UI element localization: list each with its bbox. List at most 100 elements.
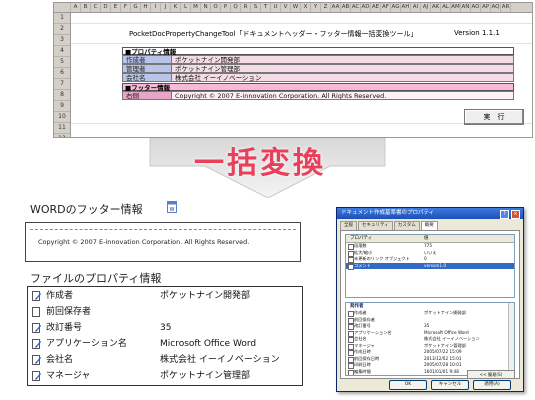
column-header[interactable]: AP — [481, 3, 491, 12]
column-header[interactable]: AQ — [491, 3, 501, 12]
column-header[interactable]: N — [201, 3, 211, 12]
tab-custom[interactable]: カスタム — [393, 221, 420, 230]
column-header[interactable]: J — [161, 3, 171, 12]
row-header[interactable]: 4 — [54, 46, 70, 57]
column-header[interactable]: AJ — [421, 3, 431, 12]
row-header[interactable]: 5 — [54, 57, 70, 68]
column-header-value[interactable]: 値 — [424, 235, 429, 242]
column-header[interactable]: AO — [471, 3, 481, 12]
footer-divider — [30, 229, 296, 230]
column-header[interactable]: AI — [411, 3, 421, 12]
column-header[interactable]: AF — [381, 3, 391, 12]
column-header[interactable]: AE — [371, 3, 381, 12]
footer-value-cell[interactable]: Copyright © 2007 E-innovation Corporatio… — [172, 91, 514, 100]
column-header[interactable]: V — [281, 3, 291, 12]
svg-text:W: W — [170, 207, 175, 213]
column-header[interactable]: AH — [401, 3, 411, 12]
column-header[interactable]: T — [261, 3, 271, 12]
column-header[interactable]: AD — [361, 3, 371, 12]
column-header[interactable]: Z — [321, 3, 331, 12]
tab-summary[interactable]: 概要 — [420, 221, 438, 230]
property-value-cell[interactable]: ポケットナイン開発部 — [172, 55, 514, 64]
column-header[interactable]: AC — [351, 3, 361, 12]
column-header[interactable]: D — [101, 3, 111, 12]
column-header-property[interactable]: プロパティ — [350, 235, 372, 242]
document-icon — [32, 307, 40, 317]
column-header[interactable]: C — [91, 3, 101, 12]
scrollbar[interactable] — [508, 303, 514, 375]
property-name: アプリケーション名 — [46, 339, 127, 349]
summary-list-top[interactable]: プロパティ 値 段落数 775 拡大/縮小 いいえ 未更新のリンク オブジェクト 0 … — [345, 234, 515, 298]
list-item: 改訂番号 35 — [28, 320, 302, 336]
edit-document-icon — [32, 291, 41, 301]
row-header[interactable]: 9 — [54, 101, 70, 112]
column-header[interactable]: Y — [311, 3, 321, 12]
property-name: 会社名 — [46, 355, 74, 365]
simple-view-button[interactable]: << 簡易(S) — [467, 370, 515, 379]
corner-cell[interactable] — [54, 3, 71, 12]
property-name: 作成者 — [46, 291, 74, 301]
property-name: マネージャ — [46, 371, 91, 381]
dialog-tabs: 全般 セキュリティ カスタム 概要 — [340, 221, 439, 230]
property-row-manager[interactable]: 管理者 ポケットナイン管理部 — [122, 64, 514, 73]
column-header[interactable]: AM — [451, 3, 461, 12]
column-header[interactable]: A — [71, 3, 81, 12]
ok-button[interactable]: OK — [389, 380, 427, 390]
column-header[interactable]: P — [221, 3, 231, 12]
spreadsheet[interactable]: A B C D E F G H I J K L M N O P Q R S T U V W X Y Z AA AB AC AD AE AF AG… — [53, 2, 533, 138]
row-header[interactable]: 1 — [54, 13, 70, 24]
property-value-cell[interactable]: 株式会社 イーイノベーション — [172, 73, 514, 82]
row-header[interactable]: 3 — [54, 35, 70, 46]
column-header[interactable]: U — [271, 3, 281, 12]
footer-row-right[interactable]: 右側 Copyright © 2007 E-innovation Corpora… — [122, 91, 514, 100]
row-header[interactable]: 2 — [54, 24, 70, 35]
property-value-cell[interactable]: ポケットナイン管理部 — [172, 64, 514, 73]
property-row-company[interactable]: 会社名 株式会社 イーイノベーション — [122, 73, 514, 82]
column-header[interactable]: AG — [391, 3, 401, 12]
property-value: 1601/01/01 9:48 — [424, 368, 459, 374]
row-header[interactable]: 6 — [54, 68, 70, 79]
property-row-author[interactable]: 作成者 ポケットナイン開発部 — [122, 55, 514, 64]
row-header[interactable]: 11 — [54, 123, 70, 134]
column-header[interactable]: AN — [461, 3, 471, 12]
gridline — [71, 23, 532, 24]
list-item-selected[interactable]: コメント version1.0 — [346, 262, 514, 270]
word-footer-text: Copyright © 2007 E-innovation Corporatio… — [38, 238, 250, 246]
column-header[interactable]: M — [191, 3, 201, 12]
column-header[interactable]: E — [111, 3, 121, 12]
dialog-titlebar[interactable]: ドキュメント作成基準書のプロパティ ? × — [337, 208, 523, 219]
column-headers: A B C D E F G H I J K L M N O P Q R S T U V W X Y Z AA AB AC AD AE AF AG… — [54, 3, 532, 13]
tab-security[interactable]: セキュリティ — [358, 221, 393, 230]
column-header[interactable]: AA — [331, 3, 341, 12]
column-header[interactable]: O — [211, 3, 221, 12]
column-header[interactable]: F — [121, 3, 131, 12]
column-header[interactable]: S — [251, 3, 261, 12]
summary-list-origin[interactable]: 発作者 作成者 ポケットナイン開発部 前回保存者 改訂番号 35 アプリケーション名… — [345, 302, 515, 376]
column-header[interactable]: G — [131, 3, 141, 12]
column-header[interactable]: AB — [341, 3, 351, 12]
column-header[interactable]: X — [301, 3, 311, 12]
column-header[interactable]: R — [241, 3, 251, 12]
column-header[interactable]: AR — [501, 3, 511, 12]
column-header[interactable]: Q — [231, 3, 241, 12]
dialog-buttons: OK キャンセル 適用(A) — [389, 380, 515, 390]
column-header[interactable]: W — [291, 3, 301, 12]
column-header[interactable]: H — [141, 3, 151, 12]
version-label: Version 1.1.1 — [454, 29, 500, 37]
execute-button[interactable]: 実 行 — [464, 109, 524, 125]
apply-button[interactable]: 適用(A) — [473, 380, 511, 390]
row-header[interactable]: 10 — [54, 112, 70, 123]
row-header[interactable]: 7 — [54, 79, 70, 90]
column-header[interactable]: AL — [441, 3, 451, 12]
column-header[interactable]: B — [81, 3, 91, 12]
column-header[interactable]: I — [151, 3, 161, 12]
help-icon[interactable]: ? — [500, 210, 509, 219]
list-item: アプリケーション名 Microsoft Office Word — [28, 336, 302, 352]
column-header[interactable]: K — [171, 3, 181, 12]
column-header[interactable]: AK — [431, 3, 441, 12]
cancel-button[interactable]: キャンセル — [431, 380, 469, 390]
row-header[interactable]: 8 — [54, 90, 70, 101]
close-icon[interactable]: × — [511, 210, 520, 219]
column-header[interactable]: L — [181, 3, 191, 12]
tab-general[interactable]: 全般 — [340, 221, 357, 230]
